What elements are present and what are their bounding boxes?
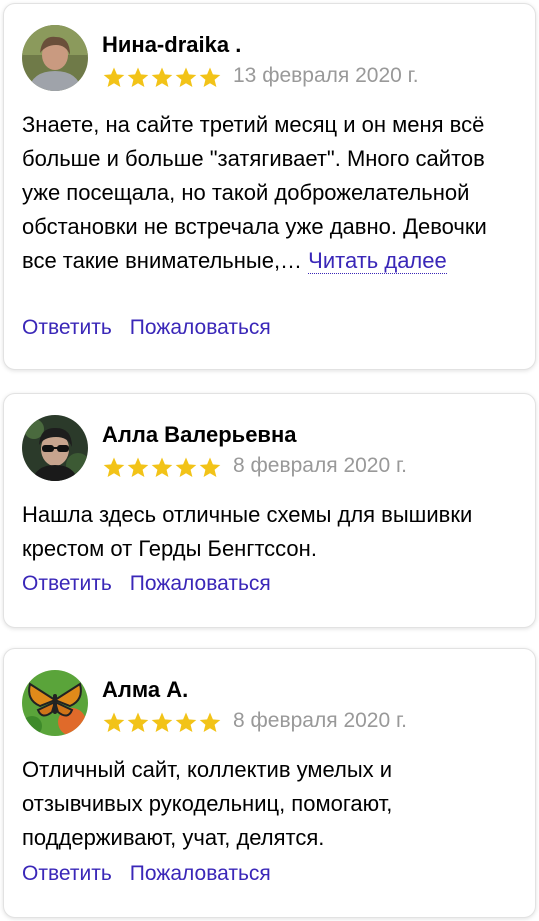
author-name[interactable]: Алла Валерьевна xyxy=(102,422,296,448)
report-link[interactable]: Пожаловаться xyxy=(130,316,271,339)
user-photo-icon xyxy=(22,25,88,91)
star-icon xyxy=(103,67,125,87)
review-card: Нина-draika . 13 февраля 2020 г. Знаете,… xyxy=(3,3,536,370)
butterfly-photo-icon xyxy=(22,670,88,736)
star-icon xyxy=(151,712,173,732)
report-link[interactable]: Пожаловаться xyxy=(130,572,271,595)
review-date: 13 февраля 2020 г. xyxy=(233,64,419,87)
star-icon xyxy=(103,457,125,477)
review-text: Знаете, на сайте третий месяц и он меня … xyxy=(22,108,512,278)
star-icon xyxy=(151,67,173,87)
star-icon xyxy=(199,67,221,87)
review-card: Алла Валерьевна 8 февраля 2020 г. Нашла … xyxy=(3,393,536,628)
star-icon xyxy=(175,712,197,732)
star-icon xyxy=(199,712,221,732)
avatar[interactable] xyxy=(22,670,88,736)
review-text: Отличный сайт, коллектив умелых и отзывч… xyxy=(22,757,393,850)
user-photo-icon xyxy=(22,415,88,481)
avatar[interactable] xyxy=(22,415,88,481)
rating-stars xyxy=(102,456,222,480)
star-icon xyxy=(127,712,149,732)
review-date: 8 февраля 2020 г. xyxy=(233,709,407,732)
author-name[interactable]: Нина-draika . xyxy=(102,32,241,58)
star-icon xyxy=(151,457,173,477)
star-icon xyxy=(175,67,197,87)
author-name[interactable]: Алма А. xyxy=(102,677,188,703)
review-text: Нашла здесь отличные схемы для вышивки к… xyxy=(22,502,473,561)
star-icon xyxy=(175,457,197,477)
star-icon xyxy=(199,457,221,477)
star-icon xyxy=(127,67,149,87)
review-card: Алма А. 8 февраля 2020 г. Отличный сайт,… xyxy=(3,648,536,918)
avatar[interactable] xyxy=(22,25,88,91)
star-icon xyxy=(103,712,125,732)
review-date: 8 февраля 2020 г. xyxy=(233,454,407,477)
review-actions: Ответить Пожаловаться xyxy=(22,572,271,596)
review-actions: Ответить Пожаловаться xyxy=(22,862,271,886)
review-actions: Ответить Пожаловаться xyxy=(22,316,271,340)
rating-stars xyxy=(102,66,222,90)
report-link[interactable]: Пожаловаться xyxy=(130,862,271,885)
reply-link[interactable]: Ответить xyxy=(22,572,112,595)
rating-stars xyxy=(102,711,222,735)
reply-link[interactable]: Ответить xyxy=(22,862,112,885)
star-icon xyxy=(127,457,149,477)
read-more-link[interactable]: Читать далее xyxy=(308,248,447,274)
reply-link[interactable]: Ответить xyxy=(22,316,112,339)
